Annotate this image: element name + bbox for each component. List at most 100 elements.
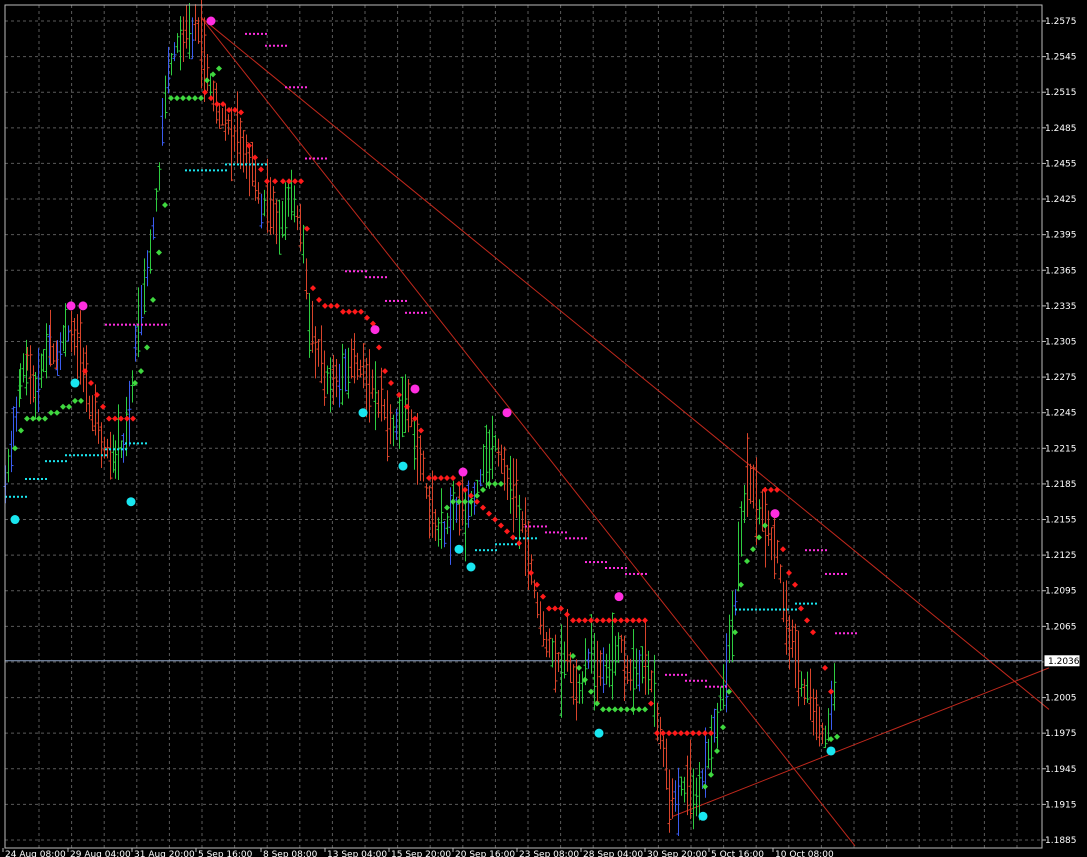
magenta-dot [369,276,371,279]
cyan-dot [783,608,785,611]
cyan-dot [17,495,19,498]
magenta-dot [637,572,639,575]
magenta-dot [357,270,359,273]
magenta-dot [137,323,139,326]
magenta-dot [529,525,531,528]
cyan-circle [126,497,136,507]
magenta-dot [397,299,399,302]
cyan-dot [125,442,127,445]
magenta-dot [109,323,111,326]
cyan-dot [503,543,505,546]
magenta-dot [847,632,849,635]
magenta-dot [577,537,579,540]
cyan-dot [511,543,513,546]
magenta-dot [617,567,619,569]
current-price-label: 1.2036 [1048,657,1080,667]
magenta-dot [265,44,267,47]
magenta-dot [833,572,835,575]
magenta-dot [817,549,819,552]
magenta-dot [129,323,131,326]
cyan-dot [795,602,797,605]
magenta-dot [305,86,307,89]
cyan-dot [253,163,255,166]
cyan-dot [791,608,793,611]
cyan-dot [77,454,79,457]
magenta-circle [410,384,420,394]
magenta-dot [105,323,107,326]
cyan-dot [265,163,267,166]
magenta-dot [285,44,287,47]
cyan-dot [109,448,111,451]
cyan-dot [185,169,187,172]
cyan-dot [237,163,239,166]
cyan-dot [499,543,501,546]
x-tick-label: 30 Sep 20:00 [647,850,707,857]
cyan-dot [787,608,789,611]
magenta-dot [673,673,675,676]
magenta-dot [545,531,547,534]
price-chart[interactable]: 1.2575 1.2545 1.2515 1.2485 1.2455 1.2425 1.23… [0,0,1087,857]
magenta-dot [269,44,271,47]
cyan-dot [735,608,737,611]
magenta-dot [541,525,543,528]
cyan-dot [799,602,801,605]
magenta-dot [709,685,711,688]
magenta-circle [770,509,780,519]
cyan-dot [53,460,55,463]
cyan-dot [261,163,263,166]
cyan-dot [763,608,765,611]
magenta-dot [373,276,375,279]
magenta-circle [458,467,468,477]
y-tick-label: 1.2485 [1045,124,1077,134]
magenta-dot [605,567,607,569]
magenta-dot [613,567,615,569]
cyan-dot [779,608,781,611]
magenta-dot [693,679,695,682]
cyan-dot [73,454,75,457]
cyan-dot [759,608,761,611]
magenta-dot [845,572,847,575]
cyan-dot [491,549,493,552]
magenta-dot [689,679,691,682]
magenta-dot [621,567,623,569]
cyan-dot [807,602,809,605]
cyan-dot [57,460,59,463]
magenta-dot [253,32,255,35]
magenta-dot [113,323,115,326]
cyan-dot [21,495,23,498]
magenta-dot [641,572,643,575]
cyan-dot [81,454,83,457]
magenta-dot [601,561,603,564]
cyan-dot [13,495,15,498]
magenta-dot [381,276,383,279]
cyan-dot [101,454,103,457]
cyan-dot [225,163,227,166]
magenta-dot [609,567,611,569]
magenta-dot [713,685,715,688]
cyan-dot [795,608,797,611]
y-tick-label: 1.2455 [1045,159,1077,169]
magenta-dot [425,311,427,314]
magenta-dot [145,323,147,326]
y-tick-label: 1.2275 [1045,373,1077,383]
x-tick-label: 13 Sep 04:00 [327,850,387,857]
magenta-dot [545,525,547,528]
cyan-dot [245,163,247,166]
cyan-dot [535,537,537,540]
y-tick-label: 1.1885 [1045,836,1077,846]
cyan-dot [739,608,741,611]
magenta-dot [345,270,347,273]
chart-window[interactable]: 1.2575 1.2545 1.2515 1.2485 1.2455 1.2425 1.23… [0,0,1087,857]
magenta-dot [389,299,391,302]
cyan-circle [466,562,476,572]
magenta-dot [821,549,823,552]
magenta-dot [645,572,647,575]
magenta-dot [125,323,127,326]
magenta-dot [405,311,407,314]
magenta-dot [277,44,279,47]
cyan-dot [483,549,485,552]
x-tick-label: 31 Aug 20:00 [134,850,195,857]
y-tick-label: 1.2185 [1045,480,1077,490]
y-tick-label: 1.2305 [1045,337,1077,347]
magenta-dot [257,32,259,35]
